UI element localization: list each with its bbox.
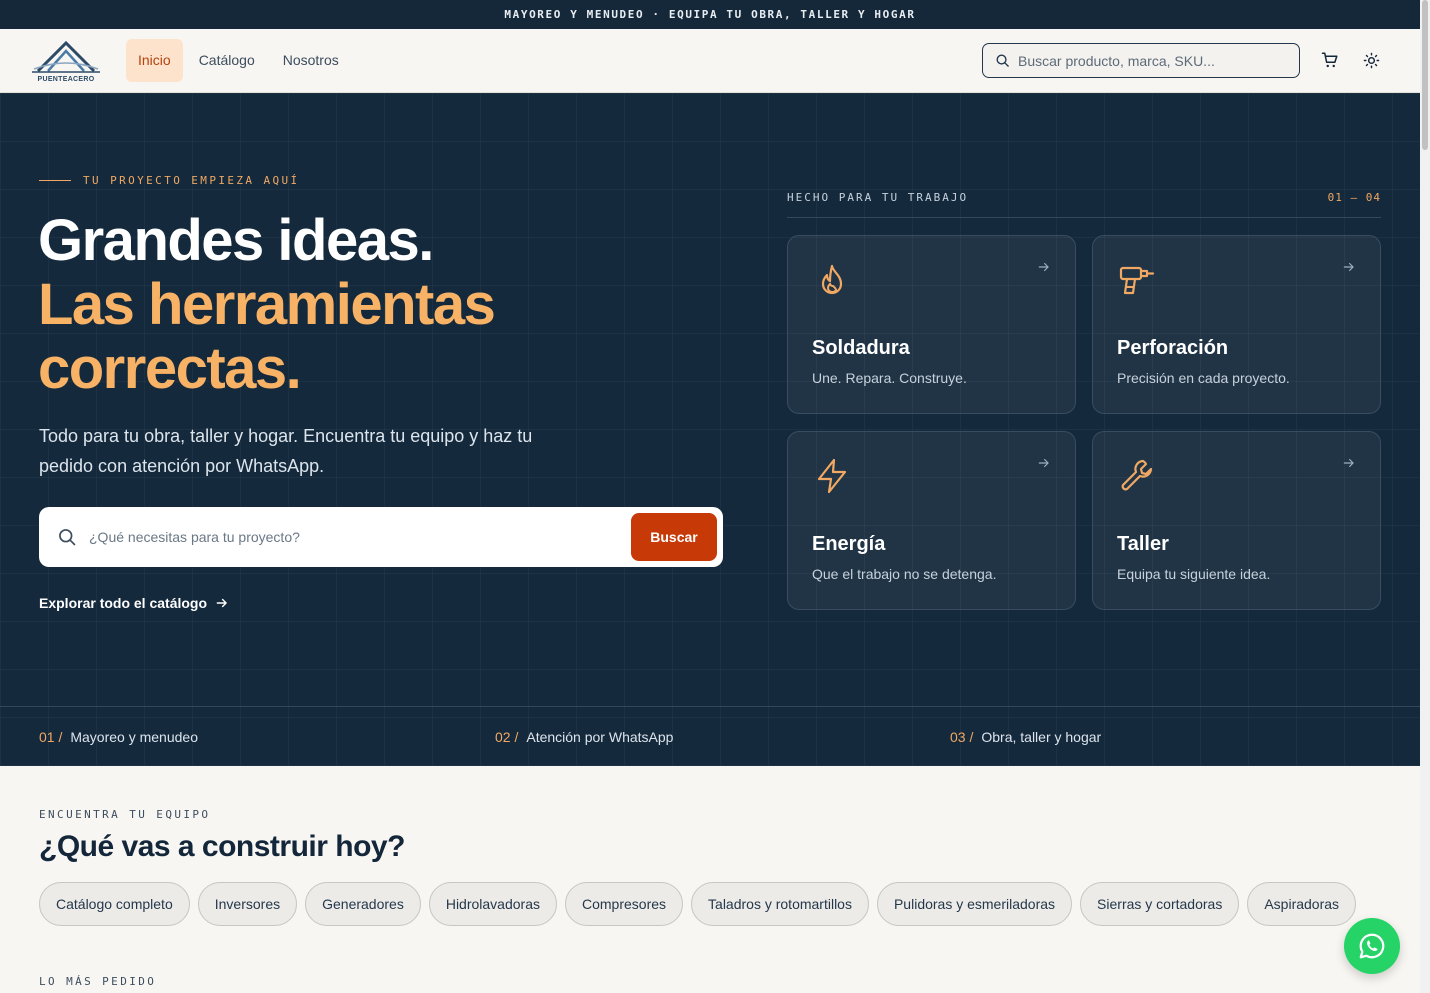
hero-search-input[interactable] <box>89 529 609 545</box>
nav-item-catalogo[interactable]: Catálogo <box>187 39 267 82</box>
card-title: Taller <box>1117 533 1169 555</box>
whatsapp-button[interactable] <box>1344 918 1400 974</box>
wrench-icon <box>1121 459 1153 491</box>
main-nav: Inicio Catálogo Nosotros <box>126 39 351 82</box>
logo-text: PUENTEACERO <box>37 76 95 83</box>
category-card-energia[interactable]: Energía Que el trabajo no se detenga. <box>787 431 1076 610</box>
category-card-soldadura[interactable]: Soldadura Une. Repara. Construye. <box>787 235 1076 414</box>
feature-obra: 03 / Obra, taller y hogar <box>950 729 1101 745</box>
chip-hidrolavadoras[interactable]: Hidrolavadoras <box>428 882 557 926</box>
feature-label: Obra, taller y hogar <box>981 729 1102 745</box>
category-card-taller[interactable]: Taller Equipa tu siguiente idea. <box>1092 431 1381 610</box>
sun-icon <box>1363 52 1379 68</box>
arrow-right-icon <box>1343 262 1354 272</box>
card-description: Que el trabajo no se detenga. <box>812 566 997 582</box>
popular-eyebrow: LO MÁS PEDIDO <box>39 975 157 988</box>
hero-search: Buscar <box>39 507 723 567</box>
explore-catalog-label: Explorar todo el catálogo <box>39 595 208 611</box>
card-title: Soldadura <box>812 337 910 359</box>
chip-catalogo-completo[interactable]: Catálogo completo <box>39 882 190 926</box>
nav-item-nosotros[interactable]: Nosotros <box>271 39 351 82</box>
nav-item-inicio[interactable]: Inicio <box>126 39 183 82</box>
arrow-right-icon <box>1038 458 1049 468</box>
feature-label: Mayoreo y menudeo <box>70 729 198 745</box>
header-search <box>982 43 1300 78</box>
arrow-right-icon <box>1038 262 1049 272</box>
cart-button[interactable] <box>1319 49 1341 71</box>
feature-mayoreo: 01 / Mayoreo y menudeo <box>39 729 198 745</box>
feature-label: Atención por WhatsApp <box>526 729 674 745</box>
announcement-bar: MAYOREO Y MENUDEO · EQUIPA TU OBRA, TALL… <box>0 0 1420 29</box>
drill-icon <box>1119 266 1155 295</box>
card-title: Perforación <box>1117 337 1229 359</box>
hero-title-line-2: Las herramientas <box>38 272 496 337</box>
category-panel-header: HECHO PARA TU TRABAJO 01 — 04 <box>787 191 1381 218</box>
flame-icon <box>821 264 843 295</box>
chip-sierras[interactable]: Sierras y cortadoras <box>1080 882 1240 926</box>
cart-icon <box>1321 52 1338 68</box>
hero-eyebrow: TU PROYECTO EMPIEZA AQUÍ <box>39 174 300 187</box>
page-scrollbar[interactable] <box>1420 0 1430 993</box>
brand-logo[interactable]: PUENTEACERO <box>30 39 102 83</box>
card-title: Energía <box>812 533 886 555</box>
search-icon <box>59 529 76 546</box>
site-header: PUENTEACERO Inicio Catálogo Nosotros <box>0 29 1420 93</box>
hero-title: Grandes ideas. Las herramientas correcta… <box>38 208 496 401</box>
feature-whatsapp: 02 / Atención por WhatsApp <box>495 729 673 745</box>
announcement-text: MAYOREO Y MENUDEO · EQUIPA TU OBRA, TALL… <box>504 8 916 21</box>
chip-pulidoras[interactable]: Pulidoras y esmeriladoras <box>876 882 1073 926</box>
theme-toggle-button[interactable] <box>1360 49 1382 71</box>
hero-search-button[interactable]: Buscar <box>631 513 717 561</box>
logo-mark-icon <box>32 40 100 73</box>
category-panel-label: HECHO PARA TU TRABAJO <box>787 191 969 204</box>
lightning-icon <box>817 458 847 494</box>
hero-title-line-3: correctas. <box>38 336 302 401</box>
category-chips: Catálogo completo Inversores Generadores… <box>39 882 1397 928</box>
arrow-right-icon <box>1343 458 1354 468</box>
header-search-input[interactable] <box>1018 52 1288 69</box>
chip-generadores[interactable]: Generadores <box>305 882 421 926</box>
hero-section: TU PROYECTO EMPIEZA AQUÍ Grandes ideas. … <box>0 93 1420 766</box>
search-icon <box>996 54 1009 67</box>
chip-taladros[interactable]: Taladros y rotomartillos <box>691 882 869 926</box>
card-description: Une. Repara. Construye. <box>812 370 967 386</box>
feature-number: 01 / <box>39 729 63 745</box>
eyebrow-line <box>39 180 71 181</box>
category-card-perforacion[interactable]: Perforación Precisión en cada proyecto. <box>1092 235 1381 414</box>
arrow-right-icon <box>216 598 227 608</box>
feature-number: 03 / <box>950 729 974 745</box>
card-description: Precisión en cada proyecto. <box>1117 370 1290 386</box>
hero-lead: Todo para tu obra, taller y hogar. Encue… <box>39 426 533 476</box>
chip-aspiradoras[interactable]: Aspiradoras <box>1247 882 1357 926</box>
feature-number: 02 / <box>495 729 519 745</box>
category-panel-counter: 01 — 04 <box>1327 191 1381 204</box>
card-description: Equipa tu siguiente idea. <box>1117 566 1271 582</box>
categories-title: ¿Qué vas a construir hoy? <box>39 830 405 863</box>
categories-eyebrow: ENCUENTRA TU EQUIPO <box>39 808 211 821</box>
chip-inversores[interactable]: Inversores <box>197 882 298 926</box>
hero-features-bar: 01 / Mayoreo y menudeo 02 / Atención por W… <box>0 706 1420 766</box>
hero-eyebrow-text: TU PROYECTO EMPIEZA AQUÍ <box>83 174 300 187</box>
hero-title-line-1: Grandes ideas. <box>38 208 434 273</box>
scrollbar-thumb[interactable] <box>1422 0 1428 150</box>
whatsapp-icon <box>1359 933 1385 959</box>
chip-compresores[interactable]: Compresores <box>565 882 684 926</box>
explore-catalog-link[interactable]: Explorar todo el catálogo <box>39 595 229 611</box>
